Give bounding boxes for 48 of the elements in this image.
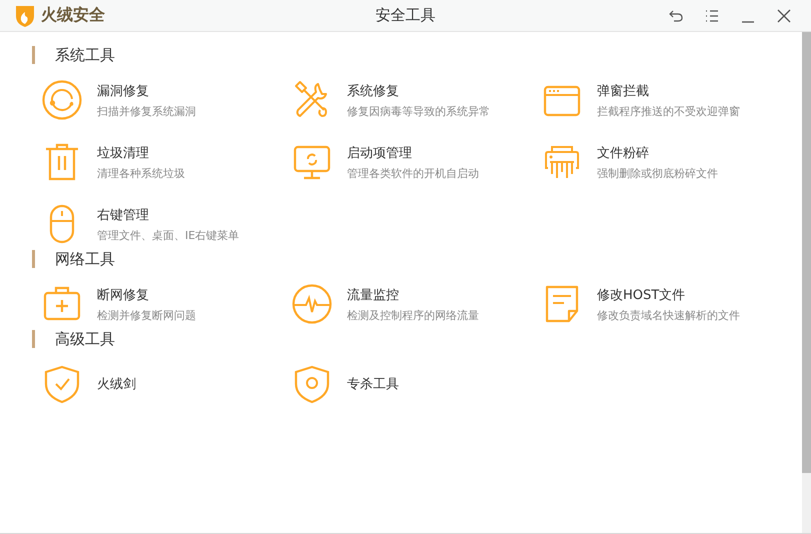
tool-description: 清理各种系统垃圾 bbox=[97, 166, 185, 180]
back-icon[interactable] bbox=[669, 8, 683, 22]
tool-description: 扫描并修复系统漏洞 bbox=[97, 104, 196, 118]
circular-arrows-icon bbox=[42, 80, 82, 120]
tool-description: 管理各类软件的开机自启动 bbox=[347, 166, 479, 180]
tool-item[interactable]: 漏洞修复 扫描并修复系统漏洞 bbox=[42, 80, 292, 120]
window-title: 安全工具 bbox=[376, 6, 436, 25]
tool-name: 流量监控 bbox=[347, 286, 400, 304]
tool-item[interactable]: 专杀工具 bbox=[292, 364, 542, 404]
tool-name: 文件粉碎 bbox=[597, 144, 650, 162]
close-icon[interactable] bbox=[777, 8, 791, 22]
tool-name: 右键管理 bbox=[97, 206, 150, 224]
tool-description: 修改负责域名快速解析的文件 bbox=[597, 308, 740, 322]
tool-item[interactable]: 启动项管理 管理各类软件的开机自启动 bbox=[292, 142, 542, 182]
tool-description: 管理文件、桌面、IE右键菜单 bbox=[97, 228, 240, 242]
tool-name: 弹窗拦截 bbox=[597, 82, 650, 100]
section-title: 高级工具 bbox=[55, 330, 115, 348]
brand-name: 火绒安全 bbox=[41, 5, 105, 26]
tool-description: 检测及控制程序的网络流量 bbox=[347, 308, 479, 322]
tool-name: 漏洞修复 bbox=[97, 82, 150, 100]
tool-description: 检测并修复断网问题 bbox=[97, 308, 196, 322]
tool-item[interactable]: 右键管理 管理文件、桌面、IE右键菜单 bbox=[42, 204, 292, 244]
scrollbar[interactable] bbox=[802, 32, 811, 533]
tool-name: 专杀工具 bbox=[347, 376, 399, 393]
tool-item[interactable]: 系统修复 修复因病毒等导致的系统异常 bbox=[292, 80, 542, 120]
pulse-circle-icon bbox=[292, 284, 332, 324]
tool-description: 修复因病毒等导致的系统异常 bbox=[347, 104, 490, 118]
section-title: 系统工具 bbox=[55, 46, 115, 64]
section-title: 网络工具 bbox=[55, 250, 115, 268]
tool-item[interactable]: 火绒剑 bbox=[42, 364, 292, 404]
tool-name: 系统修复 bbox=[347, 82, 400, 100]
tool-name: 垃圾清理 bbox=[97, 144, 150, 162]
tool-item[interactable]: 断网修复 检测并修复断网问题 bbox=[42, 284, 292, 324]
tool-name: 启动项管理 bbox=[347, 144, 413, 162]
tool-item[interactable]: 文件粉碎 强制删除或彻底粉碎文件 bbox=[542, 142, 792, 182]
tool-name: 断网修复 bbox=[97, 286, 150, 304]
tool-description: 强制删除或彻底粉碎文件 bbox=[597, 166, 718, 180]
menu-icon[interactable] bbox=[705, 10, 719, 22]
tool-description: 拦截程序推送的不受欢迎弹窗 bbox=[597, 104, 740, 118]
shield-icon bbox=[42, 364, 82, 404]
tool-name: 火绒剑 bbox=[97, 376, 136, 393]
shield-icon bbox=[292, 364, 332, 404]
tool-item[interactable]: 流量监控 检测及控制程序的网络流量 bbox=[292, 284, 542, 324]
tool-item[interactable]: 垃圾清理 清理各种系统垃圾 bbox=[42, 142, 292, 182]
tool-item[interactable]: 修改HOST文件 修改负责域名快速解析的文件 bbox=[542, 284, 792, 324]
tool-name: 修改HOST文件 bbox=[597, 286, 686, 304]
flame-shield-logo-icon bbox=[14, 4, 36, 28]
tool-item[interactable]: 弹窗拦截 拦截程序推送的不受欢迎弹窗 bbox=[542, 80, 792, 120]
